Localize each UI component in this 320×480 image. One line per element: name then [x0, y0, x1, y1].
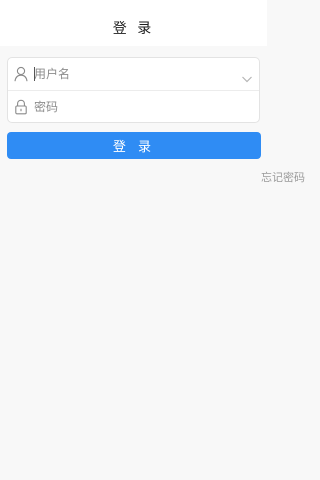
- password-input[interactable]: [34, 91, 234, 123]
- password-row: [8, 90, 259, 123]
- page-title: 登 录: [112, 21, 155, 37]
- login-form: [7, 57, 260, 123]
- forgot-password-link[interactable]: 忘记密码: [261, 169, 305, 185]
- login-button[interactable]: 登 录: [7, 132, 261, 159]
- username-row: [8, 58, 259, 90]
- username-input[interactable]: [34, 58, 234, 90]
- header-bar: 登 录: [0, 0, 267, 46]
- user-icon: [14, 66, 28, 82]
- lock-icon: [14, 99, 28, 115]
- chevron-down-icon[interactable]: [241, 69, 253, 83]
- text-cursor: [34, 67, 35, 81]
